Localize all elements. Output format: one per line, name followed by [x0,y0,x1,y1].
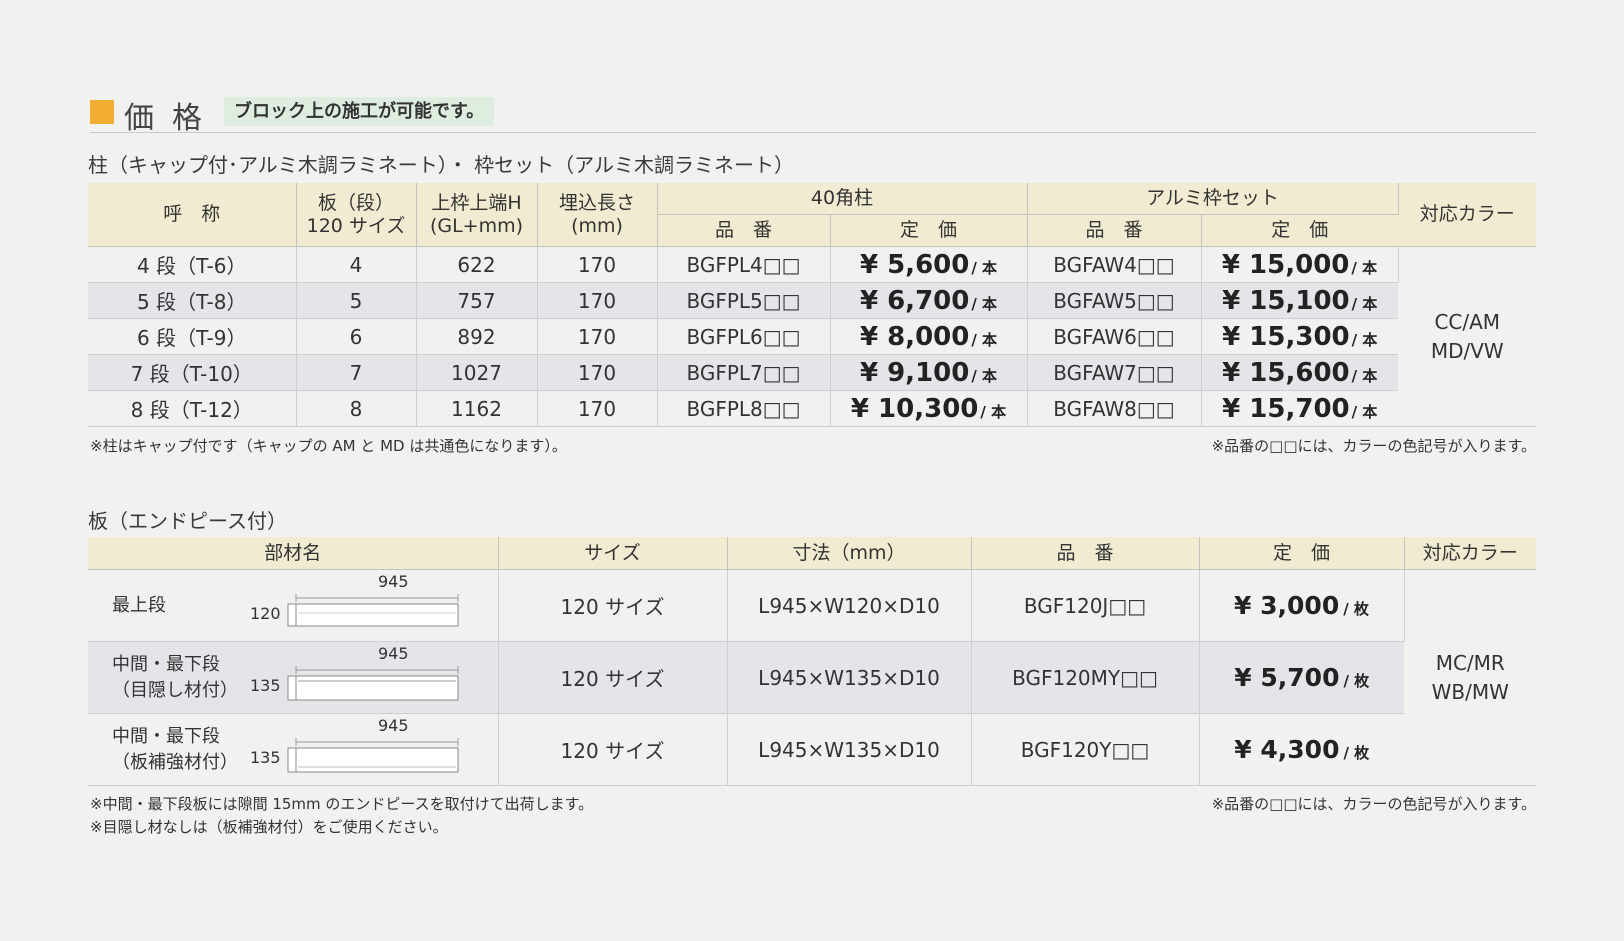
board-color-cell: MC/MR WB/MW [1404,569,1536,786]
board-length-label: 945 [378,571,409,591]
table-row: 7 段（T-10） 7 1027 170 BGFPL7□□ ¥ 9,100/ 本… [88,354,1536,391]
header-frame-part-no: 品 番 [1027,214,1202,247]
header-size: サイズ [498,537,728,570]
header-frame-price: 定 価 [1201,214,1398,247]
board-price-table: 部材名 サイズ 寸法（mm） 品 番 定 価 対応カラー 最上段 945 120 [88,537,1536,786]
member-cell: 中間・最下段 （板補強材付） 945 135 [88,713,499,786]
member-cell: 最上段 945 120 [88,569,499,642]
header-post-price: 定 価 [830,214,1028,247]
orange-square-icon [90,100,114,124]
header-color: 対応カラー [1404,537,1536,570]
board-section-title: 板（エンドピース付） [88,509,287,533]
post-price-table: 呼 称 板（段） 120 サイズ 上枠上端H (GL+mm) 埋込長さ (mm)… [88,183,1536,427]
header-embed: 埋込長さ (mm) [537,183,658,247]
table-row: 8 段（T-12） 8 1162 170 BGFPL8□□ ¥ 10,300/ … [88,390,1536,427]
board-width-label: 135 [250,675,281,695]
header-height: 上枠上端H (GL+mm) [416,183,538,247]
header-post-part-no: 品 番 [657,214,831,247]
board-note-left-1: ※中間・最下段板には隙間 15mm のエンドピースを取付けて出荷します。 [90,795,594,813]
board-outline-icon [287,737,459,772]
table-row: 5 段（T-8） 5 757 170 BGFPL5□□ ¥ 6,700/ 本 B… [88,282,1536,319]
header-name: 呼 称 [88,183,297,247]
board-width-label: 120 [250,603,281,623]
header-color: 対応カラー [1398,183,1536,247]
page-title: 価格 [124,101,220,136]
board-outline-icon [287,593,459,626]
board-outline-icon [287,665,459,700]
header-member: 部材名 [88,537,499,570]
post-color-cell: CC/AM MD/VW [1398,246,1536,427]
price-page: 価格 ブロック上の施工が可能です。 柱（キャップ付･アルミ木調ラミネート）・ 枠… [0,0,1624,941]
header-price: 定 価 [1199,537,1405,570]
price-header: 価格 ブロック上の施工が可能です。 [90,96,1536,136]
post-section-title: 柱（キャップ付･アルミ木調ラミネート）・ 枠セット（アルミ木調ラミネート） [88,153,794,177]
header-board: 板（段） 120 サイズ [296,183,417,247]
board-length-label: 945 [378,643,409,663]
table-row: 最上段 945 120 120 サイズ L945×W120×D10 BGF120… [88,569,1536,786]
header-part-no: 品 番 [971,537,1200,570]
table-row: 6 段（T-9） 6 892 170 BGFPL6□□ ¥ 8,000/ 本 B… [88,318,1536,355]
table-row: 中間・最下段 （板補強材付） 945 135 120 サイズ L945×W135… [88,713,1536,786]
block-install-badge: ブロック上の施工が可能です。 [224,97,495,126]
table-row: 中間・最下段 （目隠し材付） 945 135 120 サイズ L945×W135… [88,641,1536,714]
board-note-right: ※品番の□□には、カラーの色記号が入ります。 [1211,795,1536,813]
post-note-right: ※品番の□□には、カラーの色記号が入ります。 [1211,437,1536,455]
header-post-group: 40角柱 [657,183,1028,215]
header-dim: 寸法（mm） [727,537,972,570]
board-width-label: 135 [250,747,281,767]
header-frame-group: アルミ枠セット [1027,183,1399,215]
board-note-left-2: ※目隠し材なしは（板補強材付）をご使用ください。 [90,818,448,836]
member-cell: 中間・最下段 （目隠し材付） 945 135 [88,641,499,714]
post-note-left: ※柱はキャップ付です（キャップの AM と MD は共通色になります）。 [90,437,567,455]
table-row: 4 段（T-6） 4 622 170 BGFPL4□□ ¥ 5,600/ 本 B… [88,246,1536,427]
board-length-label: 945 [378,715,409,735]
